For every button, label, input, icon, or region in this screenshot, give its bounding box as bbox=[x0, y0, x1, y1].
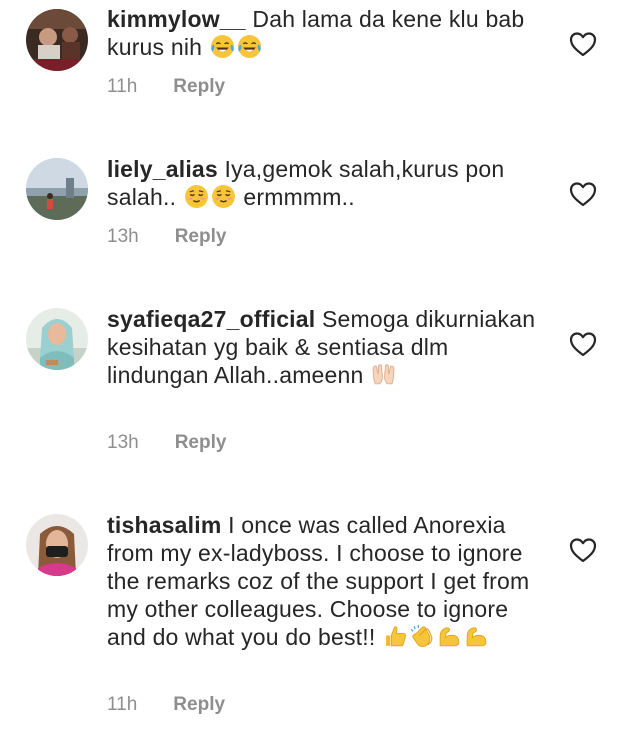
relieved-face-icon bbox=[211, 185, 235, 208]
reply-button[interactable]: Reply bbox=[173, 76, 225, 98]
avatar[interactable] bbox=[26, 158, 88, 220]
comment-username[interactable]: tishasalim bbox=[107, 512, 222, 538]
reply-button[interactable]: Reply bbox=[175, 226, 227, 248]
comment-meta: 11h Reply bbox=[107, 76, 225, 98]
thumbs-up-icon bbox=[386, 626, 406, 647]
face-with-tears-of-joy-icon bbox=[237, 35, 261, 58]
avatar[interactable] bbox=[26, 9, 88, 71]
reply-button[interactable]: Reply bbox=[173, 694, 225, 716]
reply-button[interactable]: Reply bbox=[175, 432, 227, 454]
comment-body: syafieqa27_official Semoga dikurniakan k… bbox=[107, 305, 547, 389]
flexed-biceps-icon bbox=[466, 627, 487, 647]
comment-timestamp: 13h bbox=[107, 432, 139, 453]
comment-timestamp: 11h bbox=[107, 694, 138, 715]
comment-meta: 13h Reply bbox=[107, 432, 226, 454]
comment-timestamp: 13h bbox=[107, 226, 139, 247]
comment-body: tishasalim I once was called Anorexia fr… bbox=[107, 511, 547, 651]
comment-text-after: ermmmm.. bbox=[236, 184, 355, 210]
clapping-hands-icon bbox=[410, 625, 433, 647]
avatar[interactable] bbox=[26, 308, 88, 370]
relieved-face-icon bbox=[184, 185, 208, 208]
avatar[interactable] bbox=[26, 514, 88, 576]
comment-username[interactable]: liely_alias bbox=[107, 156, 218, 182]
comment-username[interactable]: syafieqa27_official bbox=[107, 306, 315, 332]
comment-meta: 13h Reply bbox=[107, 226, 226, 248]
flexed-biceps-icon bbox=[439, 627, 460, 647]
face-with-tears-of-joy-icon bbox=[210, 35, 234, 58]
comment-username[interactable]: kimmylow__ bbox=[107, 6, 246, 32]
heart-icon[interactable] bbox=[569, 181, 597, 207]
comment-body: liely_alias Iya,gemok salah,kurus pon sa… bbox=[107, 155, 547, 211]
comment-meta: 11h Reply bbox=[107, 694, 225, 716]
comment-timestamp: 11h bbox=[107, 76, 138, 97]
heart-icon[interactable] bbox=[569, 31, 597, 57]
palms-up-together-icon bbox=[372, 364, 395, 385]
heart-icon[interactable] bbox=[569, 537, 597, 563]
comment-body: kimmylow__ Dah lama da kene klu bab kuru… bbox=[107, 5, 547, 61]
heart-icon[interactable] bbox=[569, 331, 597, 357]
